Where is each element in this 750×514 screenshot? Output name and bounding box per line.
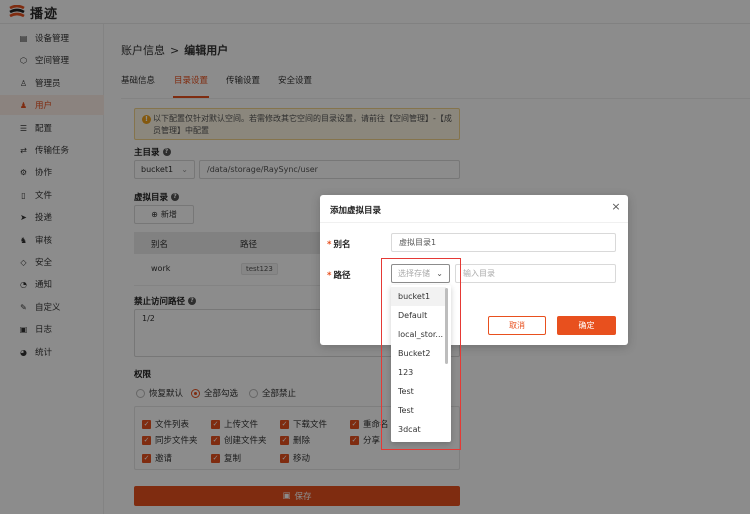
- alias-label: * 别名: [327, 238, 350, 250]
- confirm-button[interactable]: 确定: [557, 316, 616, 335]
- modal-title: 添加虚拟目录: [330, 206, 382, 216]
- alias-input[interactable]: 虚拟目录1: [391, 233, 616, 252]
- alias-label-text: 别名: [333, 240, 351, 250]
- close-icon[interactable]: ×: [610, 201, 622, 213]
- directory-placeholder: 输入目录: [463, 269, 495, 278]
- highlight-annotation: [381, 258, 461, 450]
- path-label-text: 路径: [333, 271, 351, 281]
- path-label: * 路径: [327, 269, 350, 281]
- cancel-button[interactable]: 取消: [488, 316, 546, 335]
- required-mark: *: [327, 271, 332, 281]
- alias-value: 虚拟目录1: [399, 238, 437, 247]
- add-virtual-dir-modal: 添加虚拟目录 × * 别名 虚拟目录1 * 路径 选择存储 ⌄ 输入目录 取消 确定: [320, 195, 628, 345]
- required-mark: *: [327, 240, 332, 250]
- modal-divider: [320, 222, 628, 223]
- directory-input[interactable]: 输入目录: [455, 264, 616, 283]
